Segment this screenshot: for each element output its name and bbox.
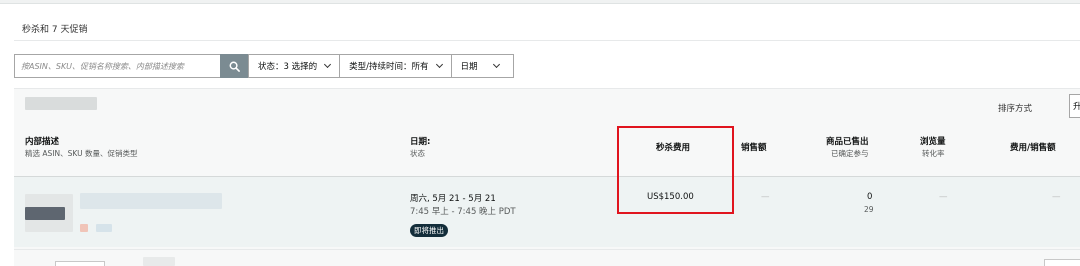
col-date-sub: 状态 bbox=[410, 149, 425, 158]
row-units-sold: 0 bbox=[867, 192, 873, 202]
col-sales[interactable]: 销售额 bbox=[741, 141, 767, 153]
redacted-heading bbox=[25, 97, 97, 110]
status-badge: 即将推出 bbox=[410, 224, 448, 237]
filter-bar: 状态：3 选择的 类型/持续时间：所有 日期 bbox=[14, 54, 514, 78]
row-sales: — bbox=[761, 192, 770, 202]
row-date-range: 周六, 5月 21 - 5月 21 bbox=[410, 194, 496, 204]
product-thumbnail-inner bbox=[25, 207, 65, 220]
footer-divider bbox=[14, 249, 1080, 250]
redacted-product-title bbox=[80, 193, 222, 209]
chevron-down-icon bbox=[324, 60, 332, 69]
col-internal-desc-sub: 精选 ASIN、SKU 数量、促销类型 bbox=[25, 149, 138, 158]
col-fee-per-sale[interactable]: 费用/销售额 bbox=[1010, 141, 1056, 153]
type-duration-dropdown[interactable]: 类型/持续时间：所有 bbox=[340, 54, 452, 78]
sort-select[interactable]: 升 bbox=[1069, 94, 1080, 118]
search-input[interactable] bbox=[14, 54, 220, 78]
col-units-sold-sub: 已确定参与 bbox=[831, 149, 869, 158]
redacted-footer bbox=[143, 257, 175, 266]
top-strip bbox=[0, 0, 1080, 4]
search-icon bbox=[229, 61, 240, 72]
type-dropdown-label: 类型/持续时间：所有 bbox=[349, 62, 429, 72]
col-internal-desc[interactable]: 内部描述 bbox=[25, 135, 59, 147]
table-row[interactable] bbox=[14, 177, 1080, 247]
row-committed: 29 bbox=[864, 205, 874, 214]
status-dropdown[interactable]: 状态：3 选择的 bbox=[248, 54, 341, 78]
col-views-sub: 转化率 bbox=[922, 149, 945, 158]
title-divider bbox=[14, 40, 1080, 41]
status-dropdown-label: 状态：3 选择的 bbox=[258, 62, 318, 72]
col-fee[interactable]: 秒杀费用 bbox=[656, 141, 690, 153]
date-dropdown[interactable]: 日期 bbox=[451, 54, 514, 78]
row-time-range: 7:45 早上 - 7:45 晚上 PDT bbox=[410, 207, 516, 217]
redacted-product-detail bbox=[96, 224, 112, 232]
chevron-down-icon bbox=[435, 60, 443, 69]
page-size-select[interactable] bbox=[55, 261, 105, 266]
search-button[interactable] bbox=[220, 54, 248, 78]
col-views[interactable]: 浏览量 bbox=[920, 135, 946, 147]
section-title: 秒杀和 7 天促销 bbox=[22, 25, 88, 35]
col-date[interactable]: 日期: bbox=[410, 135, 430, 147]
row-fee: US$150.00 bbox=[647, 192, 694, 202]
row-fee-per-sale: — bbox=[1052, 192, 1061, 202]
sort-label: 排序方式 bbox=[998, 104, 1033, 114]
pagination-control[interactable] bbox=[1044, 259, 1080, 266]
col-units-sold[interactable]: 商品已售出 bbox=[826, 135, 869, 147]
redacted-product-detail bbox=[80, 224, 88, 232]
date-dropdown-label: 日期 bbox=[460, 62, 478, 72]
chevron-down-icon bbox=[492, 60, 500, 69]
row-views: — bbox=[939, 192, 948, 202]
